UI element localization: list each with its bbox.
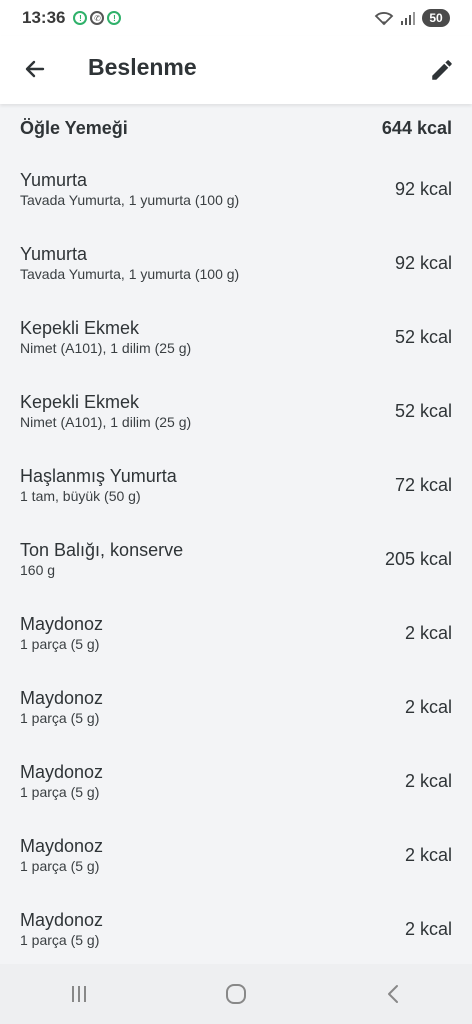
food-item[interactable]: Maydonoz 1 parça (5 g) 2 kcal <box>0 892 472 966</box>
meal-list: Öğle Yemeği 644 kcal Yumurta Tavada Yumu… <box>0 104 472 966</box>
food-item[interactable]: Maydonoz 1 parça (5 g) 2 kcal <box>0 596 472 670</box>
meal-name: Öğle Yemeği <box>20 117 128 138</box>
food-name: Maydonoz <box>20 910 104 930</box>
food-kcal: 2 kcal <box>404 696 452 717</box>
food-item[interactable]: Kepekli Ekmek Nimet (A101), 1 dilim (25 … <box>0 300 472 374</box>
notification-app-icon: ! <box>73 11 88 25</box>
food-detail: 1 parça (5 g) <box>20 784 100 800</box>
arrow-left-icon <box>25 60 45 78</box>
pencil-icon <box>432 60 452 80</box>
food-name: Yumurta <box>20 170 88 190</box>
status-time: 13:36 <box>22 8 66 27</box>
system-nav-bar <box>0 964 472 1024</box>
notification-app-icon: ! <box>107 11 122 25</box>
food-item[interactable]: Maydonoz 1 parça (5 g) 2 kcal <box>0 818 472 892</box>
food-detail: Tavada Yumurta, 1 yumurta (100 g) <box>20 192 240 208</box>
wifi-icon <box>374 12 394 26</box>
food-name: Maydonoz <box>20 688 104 708</box>
food-detail: 1 parça (5 g) <box>20 710 100 726</box>
food-kcal: 52 kcal <box>394 326 452 347</box>
signal-icon <box>401 12 415 25</box>
food-name: Ton Balığı, konserve <box>20 540 184 560</box>
app-bar: Beslenme <box>0 36 472 104</box>
food-name: Maydonoz <box>20 614 104 634</box>
battery-indicator: 50 <box>422 9 450 27</box>
food-item[interactable]: Yumurta Tavada Yumurta, 1 yumurta (100 g… <box>0 226 472 300</box>
food-item[interactable]: Maydonoz 1 parça (5 g) 2 kcal <box>0 670 472 744</box>
food-kcal: 2 kcal <box>404 622 452 643</box>
food-name: Maydonoz <box>20 836 104 856</box>
meal-header: Öğle Yemeği 644 kcal <box>0 104 472 152</box>
recents-icon <box>71 986 86 1002</box>
food-kcal: 2 kcal <box>404 918 452 939</box>
food-detail: Nimet (A101), 1 dilim (25 g) <box>20 340 192 356</box>
food-item[interactable]: Kepekli Ekmek Nimet (A101), 1 dilim (25 … <box>0 374 472 448</box>
food-item[interactable]: Haşlanmış Yumurta 1 tam, büyük (50 g) 72… <box>0 448 472 522</box>
food-detail: Nimet (A101), 1 dilim (25 g) <box>20 414 192 430</box>
nav-back-button[interactable] <box>363 974 423 1014</box>
food-name: Kepekli Ekmek <box>20 318 140 338</box>
recents-button[interactable] <box>49 974 109 1014</box>
back-button[interactable] <box>20 54 50 84</box>
food-name: Yumurta <box>20 244 88 264</box>
home-button[interactable] <box>206 974 266 1014</box>
food-kcal: 205 kcal <box>384 548 452 569</box>
notification-icons: ! ✆ ! <box>73 11 122 25</box>
food-name: Kepekli Ekmek <box>20 392 140 412</box>
food-item[interactable]: Ton Balığı, konserve 160 g 205 kcal <box>0 522 472 596</box>
food-kcal: 92 kcal <box>394 252 452 273</box>
food-detail: 160 g <box>20 562 56 578</box>
food-kcal: 72 kcal <box>394 474 452 495</box>
food-detail: 1 parça (5 g) <box>20 932 100 948</box>
whatsapp-icon: ✆ <box>90 11 105 25</box>
nav-back-icon <box>388 985 399 1003</box>
food-item[interactable]: Yumurta Tavada Yumurta, 1 yumurta (100 g… <box>0 152 472 226</box>
food-detail: Tavada Yumurta, 1 yumurta (100 g) <box>20 266 240 282</box>
food-detail: 1 parça (5 g) <box>20 858 100 874</box>
food-kcal: 52 kcal <box>394 400 452 421</box>
food-kcal: 2 kcal <box>404 844 452 865</box>
food-detail: 1 tam, büyük (50 g) <box>20 488 141 504</box>
food-detail: 1 parça (5 g) <box>20 636 100 652</box>
page-title: Beslenme <box>88 54 197 80</box>
food-kcal: 2 kcal <box>404 770 452 791</box>
status-right: 50 <box>374 9 450 27</box>
edit-button[interactable] <box>426 54 458 86</box>
food-item[interactable]: Maydonoz 1 parça (5 g) 2 kcal <box>0 744 472 818</box>
home-icon <box>225 984 246 1004</box>
food-kcal: 92 kcal <box>394 178 452 199</box>
status-bar: 13:36 ! ✆ ! 50 <box>0 0 472 36</box>
meal-total-kcal: 644 kcal <box>381 117 452 138</box>
food-name: Haşlanmış Yumurta <box>20 466 177 486</box>
food-name: Maydonoz <box>20 762 104 782</box>
